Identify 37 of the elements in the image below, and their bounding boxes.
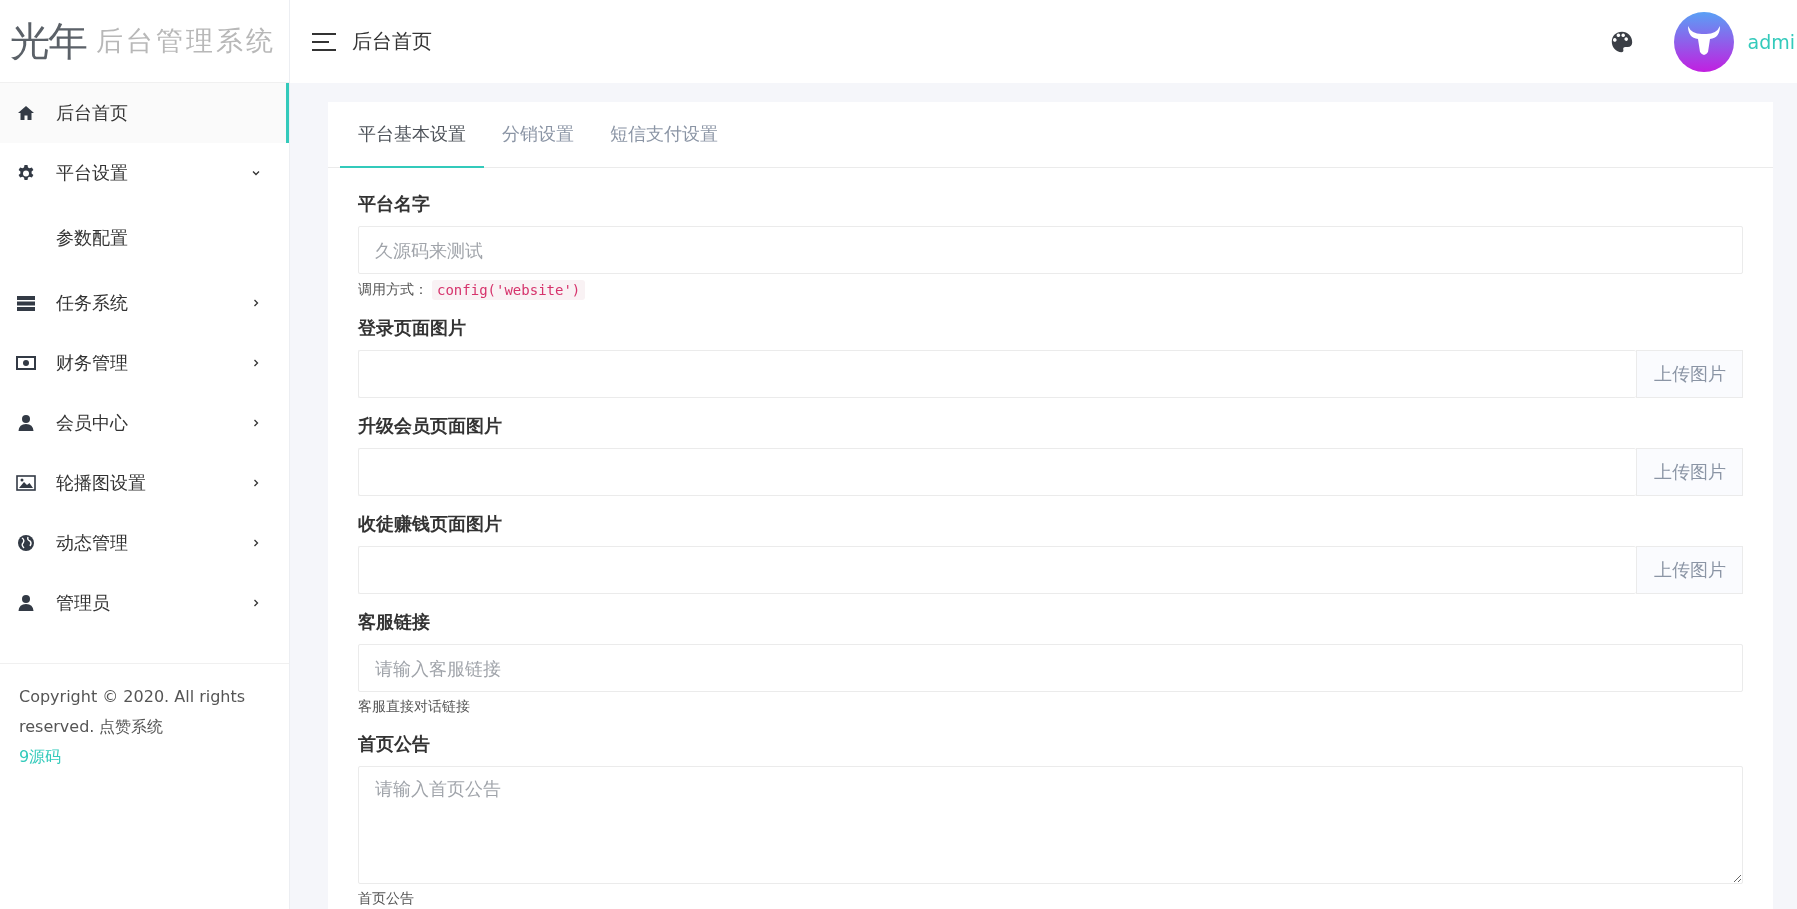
field-label: 客服链接 [358, 610, 431, 634]
sidebar-item[interactable]: 后台首页 [0, 83, 289, 143]
image-icon [16, 473, 36, 493]
sidebar-item[interactable]: 平台设置 [0, 143, 289, 203]
palette-icon[interactable] [1609, 29, 1634, 54]
help-text: 客服直接对话链接 [358, 698, 470, 716]
field-label: 平台名字 [358, 192, 431, 216]
page-title: 后台首页 [352, 28, 432, 55]
text-area[interactable]: 请输入首页公告 [358, 766, 1743, 884]
money-icon [16, 353, 36, 373]
help-text: 调用方式： [358, 281, 428, 299]
field-label: 升级会员页面图片 [358, 414, 503, 438]
home-icon [16, 103, 36, 123]
copyright-text: Copyright © 2020. All rights reserved. 点赞系统 [19, 686, 247, 738]
menu-icon[interactable] [312, 32, 336, 51]
logo-text: 后台管理系统 [96, 24, 276, 58]
field-label: 首页公告 [358, 732, 431, 756]
avatar[interactable] [1673, 11, 1734, 72]
user-icon [16, 413, 36, 433]
field-label: 收徒赚钱页面图片 [358, 512, 503, 536]
input-field[interactable]: 请输入客服链接 [358, 644, 1743, 692]
server-icon [16, 293, 36, 313]
code-snippet: config('website') [432, 280, 586, 300]
sidebar-item[interactable]: 任务系统 [0, 273, 289, 333]
user-icon [16, 593, 36, 613]
sidebar-subitem[interactable]: 参数配置 [0, 203, 289, 273]
field-label: 登录页面图片 [358, 316, 467, 340]
sidebar-item[interactable]: 轮播图设置 [0, 453, 289, 513]
tab[interactable]: 平台基本设置 [340, 102, 484, 168]
sidebar-item[interactable]: 管理员 [0, 573, 289, 633]
input-field[interactable]: 久源码来测试 [358, 226, 1743, 274]
sidebar-item[interactable]: 动态管理 [0, 513, 289, 573]
sidebar-item[interactable]: 会员中心 [0, 393, 289, 453]
sidebar-item[interactable]: 财务管理 [0, 333, 289, 393]
help-text: 首页公告 [358, 890, 414, 908]
logo-mark: 光年 [10, 16, 86, 66]
gear-icon [16, 163, 36, 183]
